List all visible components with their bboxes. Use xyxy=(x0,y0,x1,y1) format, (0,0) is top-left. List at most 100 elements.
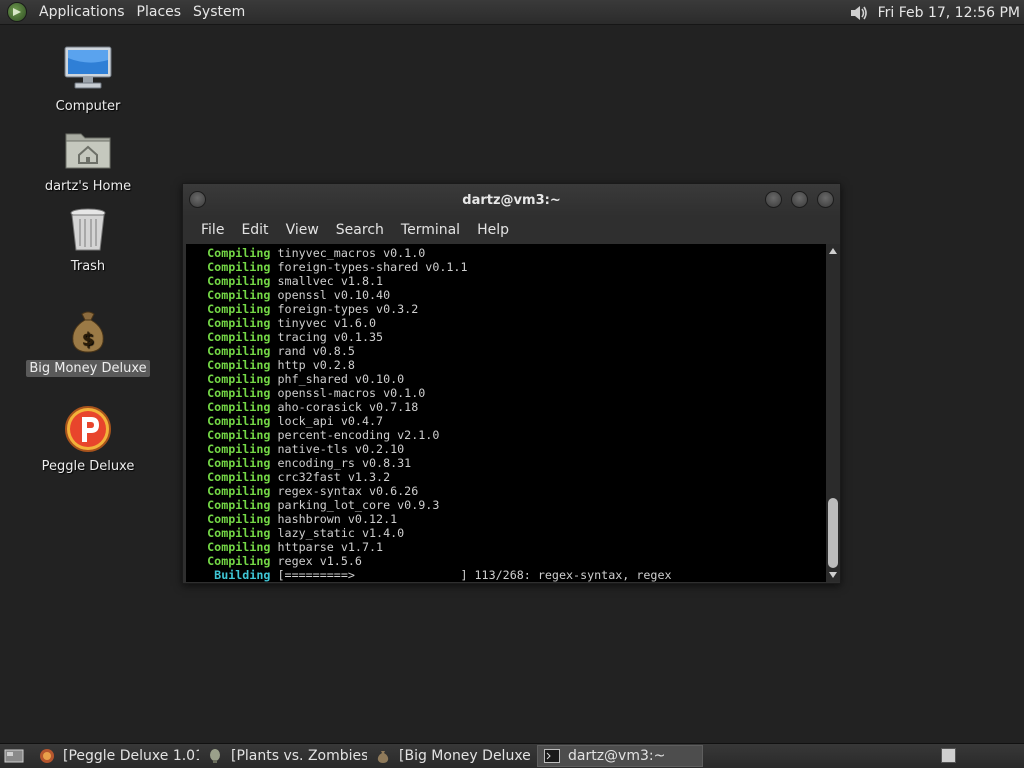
terminal-line: Compiling parking_lot_core v0.9.3 xyxy=(186,498,826,512)
desktop-icon-label: dartz's Home xyxy=(44,179,132,194)
terminal-task-icon xyxy=(544,748,560,764)
compiling-keyword: Compiling xyxy=(207,358,271,372)
minimize-button[interactable] xyxy=(765,191,782,208)
pvz-task-icon xyxy=(207,748,223,764)
terminal-line: Compiling smallvec v1.8.1 xyxy=(186,274,826,288)
terminal-line: Compiling phf_shared v0.10.0 xyxy=(186,372,826,386)
terminal-window[interactable]: dartz@vm3:~ File Edit View Search Termin… xyxy=(182,183,841,584)
bottom-panel: [Peggle Deluxe 1.01] [Plants vs. Zombies… xyxy=(0,743,1024,768)
crate-text: regex v1.5.6 xyxy=(277,554,362,568)
menu-search[interactable]: Search xyxy=(328,222,392,238)
clock[interactable]: Fri Feb 17, 12:56 PM xyxy=(878,5,1024,21)
terminal-line: Compiling hashbrown v0.12.1 xyxy=(186,512,826,526)
terminal-line: Compiling rand v0.8.5 xyxy=(186,344,826,358)
compiling-keyword: Compiling xyxy=(207,260,271,274)
desktop-icon-big-money[interactable]: $ Big Money Deluxe xyxy=(23,306,153,377)
compiling-keyword: Compiling xyxy=(207,442,271,456)
compiling-keyword: Compiling xyxy=(207,456,271,470)
scrollbar-thumb[interactable] xyxy=(828,498,838,568)
home-folder-icon xyxy=(63,124,113,174)
volume-icon[interactable] xyxy=(848,2,870,24)
applications-menu[interactable]: Applications xyxy=(33,4,131,20)
desktop-icon-label: Computer xyxy=(55,99,121,114)
desktop-icon-label: Trash xyxy=(70,259,106,274)
taskbar-item-pvz[interactable]: [Plants vs. Zombies] xyxy=(201,745,367,767)
window-menu-button[interactable] xyxy=(189,191,206,208)
terminal-line: Compiling lock_api v0.4.7 xyxy=(186,414,826,428)
menu-edit[interactable]: Edit xyxy=(233,222,276,238)
scroll-up-arrow-icon[interactable] xyxy=(829,248,837,254)
terminal-line: Compiling percent-encoding v2.1.0 xyxy=(186,428,826,442)
maximize-button[interactable] xyxy=(791,191,808,208)
money-task-icon xyxy=(375,748,391,764)
peggle-task-icon xyxy=(39,748,55,764)
compiling-keyword: Compiling xyxy=(207,484,271,498)
close-button[interactable] xyxy=(817,191,834,208)
terminal-line: Compiling crc32fast v1.3.2 xyxy=(186,470,826,484)
taskbar-item-label: [Plants vs. Zombies] xyxy=(231,748,367,764)
terminal-line: Compiling foreign-types-shared v0.1.1 xyxy=(186,260,826,274)
workspace-switcher[interactable] xyxy=(941,748,956,763)
crate-text: foreign-types-shared v0.1.1 xyxy=(277,260,468,274)
crate-text: tinyvec_macros v0.1.0 xyxy=(277,246,426,260)
menu-terminal[interactable]: Terminal xyxy=(393,222,468,238)
desktop-icon-computer[interactable]: Computer xyxy=(23,44,153,115)
terminal-line: Compiling lazy_static v1.4.0 xyxy=(186,526,826,540)
crate-text: lazy_static v1.4.0 xyxy=(277,526,405,540)
menu-file[interactable]: File xyxy=(193,222,232,238)
window-titlebar[interactable]: dartz@vm3:~ xyxy=(183,184,840,216)
crate-text: percent-encoding v2.1.0 xyxy=(277,428,440,442)
crate-text: smallvec v1.8.1 xyxy=(277,274,384,288)
compiling-keyword: Compiling xyxy=(207,512,271,526)
taskbar-item-terminal[interactable]: dartz@vm3:~ xyxy=(537,745,703,767)
window-title: dartz@vm3:~ xyxy=(462,192,561,208)
terminal-scrollbar[interactable] xyxy=(826,244,840,582)
crate-text: foreign-types v0.3.2 xyxy=(277,302,419,316)
terminal-output[interactable]: Compiling tinyvec_macros v0.1.0 Compilin… xyxy=(186,244,826,582)
distro-logo-icon[interactable] xyxy=(7,2,27,22)
compiling-keyword: Compiling xyxy=(207,246,271,260)
terminal-line: Compiling regex-syntax v0.6.26 xyxy=(186,484,826,498)
compiling-keyword: Compiling xyxy=(207,540,271,554)
terminal-line: Compiling httparse v1.7.1 xyxy=(186,540,826,554)
crate-text: crc32fast v1.3.2 xyxy=(277,470,391,484)
crate-text: aho-corasick v0.7.18 xyxy=(277,400,419,414)
terminal-line: Compiling native-tls v0.2.10 xyxy=(186,442,826,456)
crate-text: tinyvec v1.6.0 xyxy=(277,316,377,330)
compiling-keyword: Compiling xyxy=(207,274,271,288)
crate-text: http v0.2.8 xyxy=(277,358,355,372)
terminal-line: Compiling regex v1.5.6 xyxy=(186,554,826,568)
scroll-down-arrow-icon[interactable] xyxy=(829,572,837,578)
compiling-keyword: Compiling xyxy=(207,526,271,540)
menu-view[interactable]: View xyxy=(278,222,327,238)
taskbar-item-label: [Big Money Deluxe 1... xyxy=(399,748,535,764)
crate-text: hashbrown v0.12.1 xyxy=(277,512,398,526)
taskbar-item-big-money[interactable]: [Big Money Deluxe 1... xyxy=(369,745,535,767)
crate-text: httparse v1.7.1 xyxy=(277,540,384,554)
desktop-icon-home[interactable]: dartz's Home xyxy=(23,124,153,195)
desktop-icon-label: Big Money Deluxe xyxy=(26,360,150,377)
compiling-keyword: Compiling xyxy=(207,316,271,330)
crate-text: openssl v0.10.40 xyxy=(277,288,391,302)
system-menu[interactable]: System xyxy=(187,4,251,20)
computer-icon xyxy=(63,44,113,94)
desktop-icon-label: Peggle Deluxe xyxy=(41,459,135,474)
compiling-keyword: Compiling xyxy=(207,470,271,484)
compiling-keyword: Compiling xyxy=(207,554,271,568)
menu-help[interactable]: Help xyxy=(469,222,517,238)
crate-text: tracing v0.1.35 xyxy=(277,330,384,344)
desktop-icon-trash[interactable]: Trash xyxy=(23,204,153,275)
terminal-line: Compiling openssl v0.10.40 xyxy=(186,288,826,302)
taskbar-item-peggle[interactable]: [Peggle Deluxe 1.01] xyxy=(33,745,199,767)
crate-text: native-tls v0.2.10 xyxy=(277,442,405,456)
places-menu[interactable]: Places xyxy=(131,4,188,20)
terminal-status-line: Building [=========> ] 113/268: regex-sy… xyxy=(186,568,826,582)
crate-text: lock_api v0.4.7 xyxy=(277,414,384,428)
crate-text: openssl-macros v0.1.0 xyxy=(277,386,426,400)
terminal-menubar: File Edit View Search Terminal Help xyxy=(183,216,840,244)
show-desktop-icon[interactable] xyxy=(3,747,25,765)
desktop-icon-peggle[interactable]: Peggle Deluxe xyxy=(23,404,153,475)
trash-icon xyxy=(63,204,113,254)
top-panel-tray: Fri Feb 17, 12:56 PM xyxy=(848,0,1024,25)
terminal-line: Compiling tracing v0.1.35 xyxy=(186,330,826,344)
